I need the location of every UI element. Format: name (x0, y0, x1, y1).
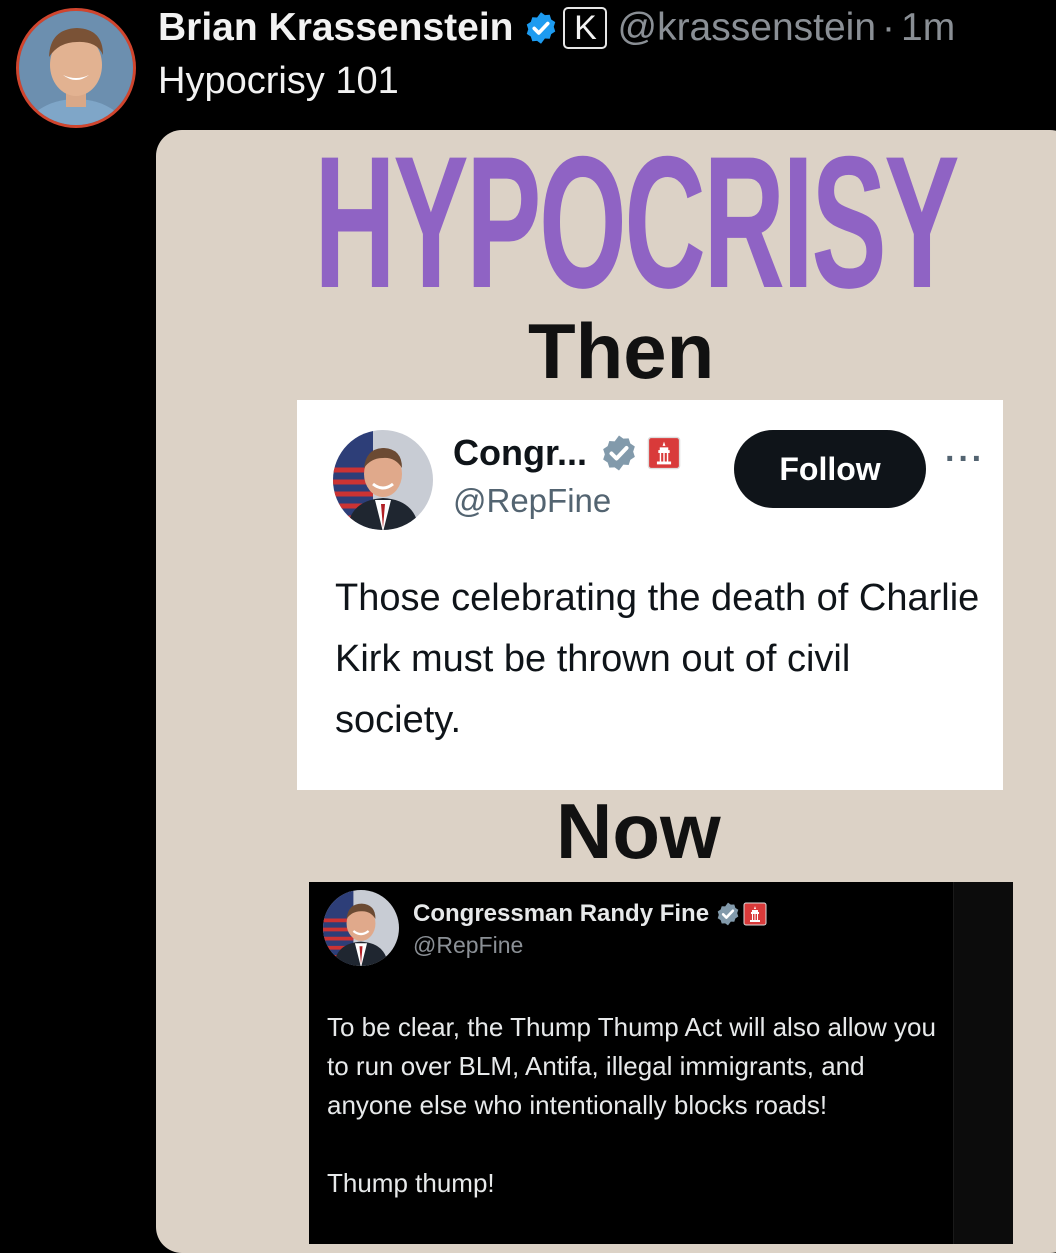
separator-dot: · (882, 6, 896, 49)
now-tweet-name-row: Congressman Randy Fine (413, 900, 767, 928)
follow-button: Follow (734, 430, 926, 508)
post-text: Hypocrisy 101 (158, 60, 399, 102)
author-row: Brian Krassenstein K @krassenstein · 1m (158, 4, 955, 52)
capitol-badge-icon (647, 436, 681, 470)
verified-badge-icon (527, 12, 556, 44)
now-tweet-body: To be clear, the Thump Thump Act will al… (327, 1008, 937, 1203)
post-time[interactable]: 1m (901, 6, 955, 50)
then-label: Then (528, 307, 715, 395)
post: Brian Krassenstein K @krassenstein · 1m … (0, 0, 1056, 1253)
then-tweet-name-row: Congr... (453, 432, 681, 474)
now-label: Now (556, 787, 721, 875)
gov-verified-icon (603, 435, 635, 471)
headline: HYPOCRISY (156, 130, 1056, 328)
then-tweet-card: Congr... @RepFine Follow ··· Those celeb… (297, 400, 1003, 790)
more-icon: ··· (945, 440, 985, 478)
now-tweet-name: Congressman Randy Fine (413, 900, 710, 927)
then-tweet-body: Those celebrating the death of Charlie K… (335, 577, 980, 741)
headline-text: HYPOCRISY (314, 130, 960, 327)
now-tweet-sidebar (953, 882, 1013, 1244)
now-tweet-handle: @RepFine (413, 932, 524, 958)
now-tweet-card: Congressman Randy Fine @RepFine To be cl… (309, 882, 1013, 1244)
then-tweet-handle: @RepFine (453, 482, 612, 519)
then-tweet-name: Congr... (453, 432, 587, 473)
now-tweet-paragraph: To be clear, the Thump Thump Act will al… (327, 1012, 936, 1120)
gov-verified-icon (717, 902, 739, 926)
affiliation-letter: K (574, 9, 597, 47)
affiliation-badge-icon[interactable]: K (563, 7, 608, 49)
author-handle[interactable]: @krassenstein (617, 6, 876, 50)
post-media-image[interactable]: HYPOCRISY Then Congr... @RepFine Follow … (156, 130, 1056, 1253)
now-tweet-avatar (323, 890, 399, 966)
then-tweet-avatar (333, 430, 433, 530)
capitol-badge-icon (743, 902, 767, 926)
author-avatar[interactable] (16, 8, 136, 128)
now-tweet-paragraph: Thump thump! (327, 1168, 495, 1198)
author-name[interactable]: Brian Krassenstein (158, 6, 513, 50)
